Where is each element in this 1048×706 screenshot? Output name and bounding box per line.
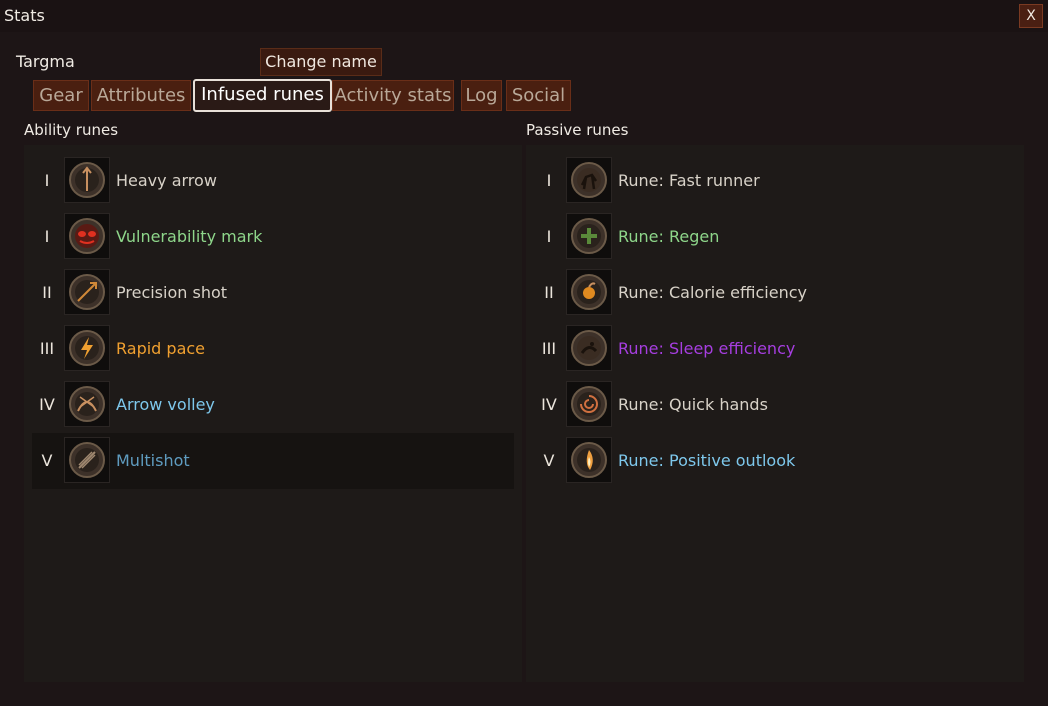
regen-icon xyxy=(566,213,612,259)
passive-rune-row[interactable]: I Rune: Fast runner xyxy=(534,153,1016,208)
precision-shot-icon xyxy=(64,269,110,315)
arrow-volley-icon xyxy=(64,381,110,427)
rune-name: Rune: Quick hands xyxy=(618,395,768,414)
rune-name: Multishot xyxy=(116,451,190,470)
tab-social[interactable]: Social xyxy=(506,80,571,111)
rune-name: Heavy arrow xyxy=(116,171,217,190)
rapid-pace-icon xyxy=(64,325,110,371)
rune-name: Arrow volley xyxy=(116,395,215,414)
ability-rune-row[interactable]: II Precision shot xyxy=(32,265,514,320)
tab-activity-stats[interactable]: Activity stats xyxy=(332,80,454,111)
rune-tier: IV xyxy=(541,395,557,414)
rune-tier: I xyxy=(546,171,552,190)
ability-runes-panel: I Heavy arrow I Vulnerability mark II Pr… xyxy=(24,145,522,682)
rune-name: Rune: Regen xyxy=(618,227,720,246)
passive-rune-row[interactable]: IV Rune: Quick hands xyxy=(534,377,1016,432)
window-titlebar: Stats X xyxy=(0,0,1048,32)
rune-name: Rapid pace xyxy=(116,339,206,358)
tab-attributes[interactable]: Attributes xyxy=(91,80,191,111)
rune-name: Rune: Calorie efficiency xyxy=(618,283,807,302)
multishot-icon xyxy=(64,437,110,483)
passive-runes-panel: I Rune: Fast runner I Rune: Regen II Run… xyxy=(526,145,1024,682)
tab-log[interactable]: Log xyxy=(461,80,502,111)
rune-tier: I xyxy=(44,171,50,190)
rune-tier: II xyxy=(42,283,52,302)
passive-rune-row[interactable]: I Rune: Regen xyxy=(534,209,1016,264)
rune-tier: I xyxy=(546,227,552,246)
ability-runes-heading: Ability runes xyxy=(24,121,119,139)
rune-name: Rune: Fast runner xyxy=(618,171,760,190)
positive-outlook-icon xyxy=(566,437,612,483)
close-button[interactable]: X xyxy=(1019,4,1043,28)
ability-rune-row[interactable]: I Heavy arrow xyxy=(32,153,514,208)
character-name: Targma xyxy=(16,52,75,71)
quick-hands-icon xyxy=(566,381,612,427)
tab-infused-runes[interactable]: Infused runes xyxy=(193,79,332,112)
passive-rune-row[interactable]: V Rune: Positive outlook xyxy=(534,433,1016,488)
calorie-efficiency-icon xyxy=(566,269,612,315)
rune-tier: III xyxy=(39,339,55,358)
window-title: Stats xyxy=(4,6,45,25)
tab-gear[interactable]: Gear xyxy=(33,80,89,111)
ability-rune-row[interactable]: III Rapid pace xyxy=(32,321,514,376)
passive-rune-row[interactable]: III Rune: Sleep efficiency xyxy=(534,321,1016,376)
rune-tier: II xyxy=(544,283,554,302)
rune-tier: IV xyxy=(39,395,55,414)
rune-tier: V xyxy=(543,451,555,470)
fast-runner-icon xyxy=(566,157,612,203)
rune-tier: I xyxy=(44,227,50,246)
rune-name: Vulnerability mark xyxy=(116,227,263,246)
passive-rune-row[interactable]: II Rune: Calorie efficiency xyxy=(534,265,1016,320)
rune-tier: V xyxy=(41,451,53,470)
rune-name: Rune: Sleep efficiency xyxy=(618,339,796,358)
rune-tier: III xyxy=(541,339,557,358)
ability-rune-row[interactable]: IV Arrow volley xyxy=(32,377,514,432)
ability-rune-row[interactable]: I Vulnerability mark xyxy=(32,209,514,264)
change-name-button[interactable]: Change name xyxy=(260,48,382,76)
passive-runes-heading: Passive runes xyxy=(526,121,629,139)
rune-name: Rune: Positive outlook xyxy=(618,451,796,470)
heavy-arrow-icon xyxy=(64,157,110,203)
ability-rune-row[interactable]: V Multishot xyxy=(32,433,514,489)
vulnerability-mark-icon xyxy=(64,213,110,259)
sleep-efficiency-icon xyxy=(566,325,612,371)
rune-name: Precision shot xyxy=(116,283,228,302)
